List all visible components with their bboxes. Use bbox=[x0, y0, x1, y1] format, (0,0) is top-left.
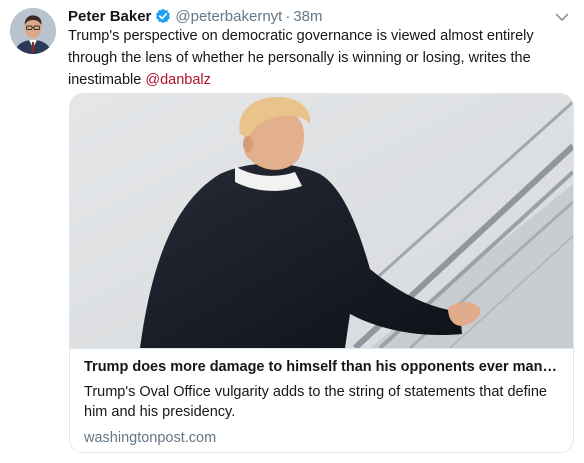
tweet-text-body: Trump's perspective on democratic govern… bbox=[68, 28, 534, 88]
card-title[interactable]: Trump does more damage to himself than h… bbox=[84, 358, 562, 377]
author-name[interactable]: Peter Baker bbox=[68, 8, 151, 25]
separator-dot: · bbox=[285, 7, 291, 25]
tweet-text: Trump's perspective on democratic govern… bbox=[68, 25, 568, 91]
card-body: Trump does more damage to himself than h… bbox=[70, 348, 573, 452]
tweet-timestamp[interactable]: 38m bbox=[293, 8, 322, 25]
chevron-down-icon[interactable] bbox=[554, 10, 570, 24]
mention-link[interactable]: @danbalz bbox=[145, 72, 211, 88]
tweet[interactable]: Peter Baker @peterbakernyt · 38m Trump's… bbox=[0, 0, 584, 463]
verified-badge-icon bbox=[155, 8, 171, 24]
card-description: Trump's Oval Office vulgarity adds to th… bbox=[84, 384, 547, 420]
avatar[interactable] bbox=[10, 8, 56, 54]
tweet-header: Peter Baker @peterbakernyt · 38m bbox=[68, 6, 544, 26]
link-card[interactable]: Trump does more damage to himself than h… bbox=[69, 93, 574, 453]
card-image[interactable] bbox=[70, 94, 573, 351]
card-domain[interactable]: washingtonpost.com bbox=[84, 430, 561, 446]
author-handle[interactable]: @peterbakernyt bbox=[175, 8, 282, 25]
